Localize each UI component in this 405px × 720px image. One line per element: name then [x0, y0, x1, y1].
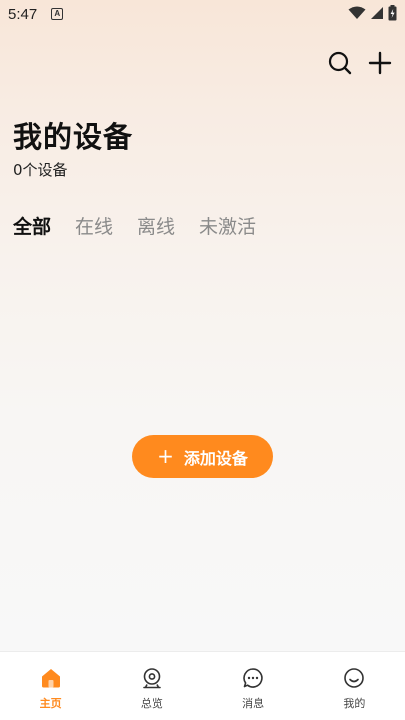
page-title: 我的设备: [13, 120, 134, 154]
overview-icon: [140, 666, 164, 690]
signal-icon: [371, 7, 383, 19]
nav-label-profile: 我的: [343, 697, 366, 710]
nav-label-home: 主页: [39, 697, 62, 710]
bottom-nav: 主页 总览 消息 我的: [0, 651, 405, 720]
device-count: 0个设备: [13, 161, 68, 179]
nav-label-messages: 消息: [242, 697, 265, 710]
add-device-button[interactable]: + 添加设备: [132, 435, 273, 478]
tab-online[interactable]: 在线: [75, 212, 113, 239]
search-button[interactable]: [327, 50, 353, 76]
message-icon: [241, 666, 265, 690]
nav-item-home[interactable]: 主页: [0, 652, 101, 720]
plus-icon: [368, 51, 392, 75]
add-button[interactable]: [367, 50, 393, 76]
tab-offline[interactable]: 离线: [137, 212, 175, 239]
wifi-icon: [348, 6, 366, 19]
search-icon: [328, 51, 352, 75]
tab-inactive[interactable]: 未激活: [199, 212, 256, 239]
status-bar: 5:47 A: [0, 0, 405, 28]
nav-item-overview[interactable]: 总览: [101, 652, 202, 720]
nav-label-overview: 总览: [140, 697, 163, 710]
profile-icon: [342, 666, 366, 690]
nav-item-profile[interactable]: 我的: [304, 652, 405, 720]
notification-icon: A: [51, 8, 64, 20]
add-device-label: 添加设备: [183, 448, 248, 468]
filter-tabs: 全部 在线 离线 未激活: [13, 212, 256, 239]
plus-icon: +: [157, 443, 174, 468]
status-indicators: [348, 5, 397, 21]
header-actions: [327, 50, 393, 76]
battery-icon: [388, 5, 397, 21]
nav-item-messages[interactable]: 消息: [203, 652, 304, 720]
tab-all[interactable]: 全部: [13, 212, 51, 239]
home-icon: [39, 666, 63, 690]
status-time: 5:47: [8, 5, 38, 23]
